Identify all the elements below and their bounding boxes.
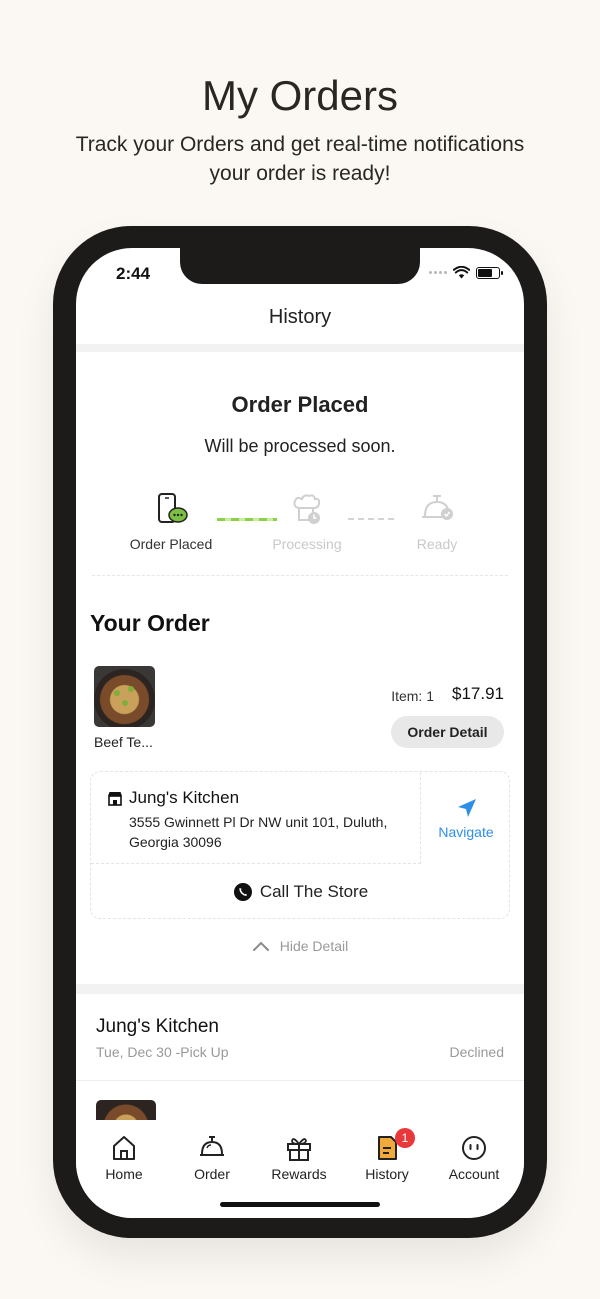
- app-screen: 2:44 History Order Placed Will be proces…: [76, 248, 524, 1218]
- cloche-icon: [200, 1136, 224, 1156]
- tab-history[interactable]: 1 History: [347, 1128, 427, 1182]
- dashed-divider: [92, 575, 508, 576]
- store-name-row: Jung's Kitchen: [107, 788, 239, 808]
- item-price: $17.91: [452, 684, 504, 703]
- home-icon: [113, 1136, 135, 1160]
- hide-detail-toggle[interactable]: Hide Detail: [76, 938, 524, 954]
- notification-badge: 1: [395, 1128, 415, 1148]
- call-store-button[interactable]: Call The Store: [91, 864, 511, 920]
- tab-home[interactable]: Home: [84, 1134, 164, 1182]
- store-name: Jung's Kitchen: [129, 788, 240, 807]
- food-thumbnail: [94, 666, 155, 727]
- store-info: Jung's Kitchen 3555 Gwinnett Pl Dr NW un…: [91, 772, 421, 864]
- bottom-tab-bar: Home Order Rewards 1 History Account: [76, 1120, 524, 1218]
- chef-clock-icon: [293, 494, 321, 524]
- page-title: History: [268, 306, 332, 328]
- tab-rewards[interactable]: Rewards: [259, 1134, 339, 1182]
- step-order-placed: Order Placed: [116, 492, 226, 552]
- chevron-up-icon: [252, 941, 269, 951]
- navigate-button[interactable]: Navigate: [421, 772, 511, 864]
- item-quantity: Item: 1: [391, 688, 434, 704]
- tab-label: Order: [194, 1166, 230, 1182]
- history-divider: [76, 1080, 524, 1081]
- cellular-signal-icon: [429, 271, 447, 274]
- tab-label: Account: [448, 1166, 500, 1182]
- history-status: Declined: [449, 1044, 504, 1060]
- tab-order[interactable]: Order: [172, 1134, 252, 1182]
- phone-chat-icon: [158, 493, 188, 523]
- promo-title: My Orders: [201, 72, 398, 119]
- call-store-label: Call The Store: [259, 882, 369, 901]
- order-detail-button[interactable]: Order Detail: [391, 716, 504, 748]
- storefront-icon: [108, 791, 122, 806]
- order-item-row: Beef Te... Item: 1 $17.91 Order Detail: [94, 666, 504, 756]
- navigate-label: Navigate: [438, 824, 494, 840]
- phone-frame: 2:44 History Order Placed Will be proces…: [53, 226, 547, 1238]
- phone-icon: [233, 883, 252, 901]
- gift-icon: [287, 1138, 311, 1161]
- wifi-icon: [453, 266, 470, 279]
- order-progress-stepper: Order Placed Processing Ready: [116, 492, 486, 562]
- hide-detail-label: Hide Detail: [279, 938, 349, 954]
- status-time: 2:44: [116, 264, 151, 283]
- order-status-subtitle: Will be processed soon.: [204, 436, 396, 456]
- step-ready: Ready: [382, 492, 492, 552]
- step-label: Order Placed: [129, 536, 213, 552]
- section-divider: [76, 344, 524, 352]
- history-date: Tue, Dec 30 -Pick Up: [96, 1044, 229, 1060]
- step-processing: Processing: [252, 492, 362, 552]
- store-address: 3555 Gwinnett Pl Dr NW unit 101, Duluth,…: [129, 814, 388, 850]
- step-label: Processing: [272, 536, 342, 552]
- tab-label: Rewards: [271, 1166, 327, 1182]
- home-indicator: [220, 1202, 380, 1207]
- history-store-name[interactable]: Jung's Kitchen: [96, 1016, 219, 1038]
- order-status-title: Order Placed: [231, 392, 369, 417]
- your-order-heading: Your Order: [90, 610, 210, 636]
- tab-label: History: [365, 1166, 409, 1182]
- status-icons: [429, 266, 503, 279]
- battery-icon: [476, 266, 503, 279]
- cloche-check-icon: [422, 495, 453, 520]
- account-face-icon: [462, 1136, 486, 1160]
- section-divider: [76, 984, 524, 994]
- tab-label: Home: [105, 1166, 143, 1182]
- tab-account[interactable]: Account: [434, 1134, 514, 1182]
- promo-subtitle: Track your Orders and get real-time noti…: [75, 133, 525, 185]
- step-label: Ready: [416, 536, 458, 552]
- item-name: Beef Te...: [94, 734, 153, 750]
- phone-notch: [180, 248, 420, 284]
- store-card: Jung's Kitchen 3555 Gwinnett Pl Dr NW un…: [90, 771, 510, 919]
- navigation-arrow-icon: [458, 799, 476, 817]
